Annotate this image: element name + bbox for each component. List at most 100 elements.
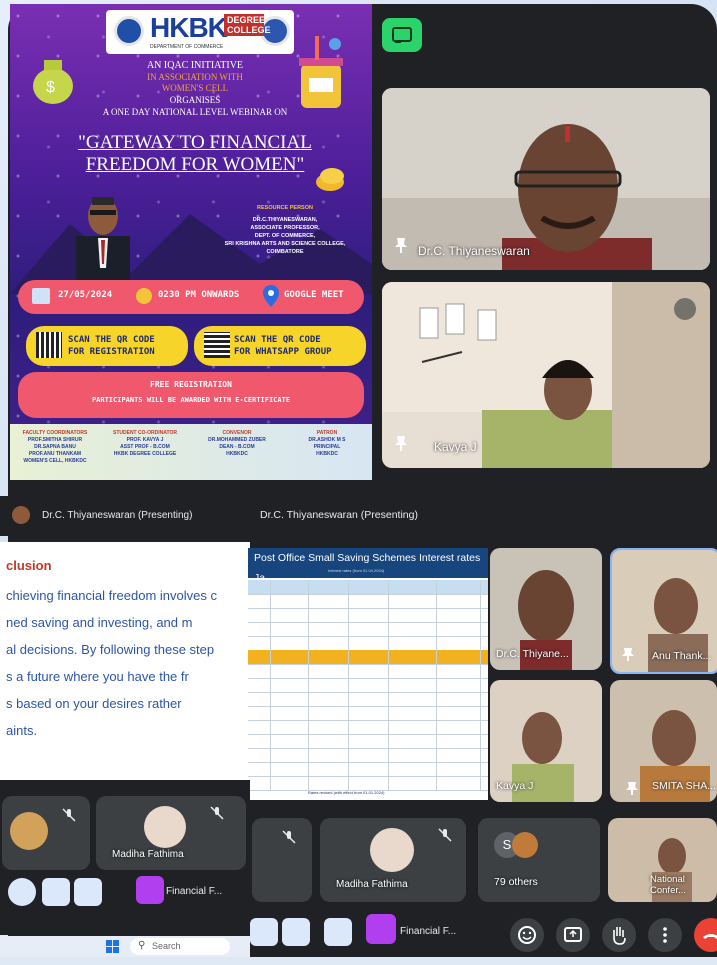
- poster-line-iqac: AN IQAC INITIATIVE: [146, 60, 244, 71]
- table-cell: [436, 608, 481, 622]
- table-cell: [436, 762, 481, 776]
- table-row: [248, 706, 488, 721]
- footer-patron-l3: HKBKDC: [316, 451, 338, 457]
- table-cell: [270, 594, 309, 608]
- coins-icon: [316, 168, 344, 191]
- footer-patron-head: PATRON: [316, 430, 338, 436]
- participant-tile-right-1[interactable]: [252, 818, 312, 902]
- pin-icon[interactable]: [392, 434, 410, 452]
- hang-up-icon: [703, 934, 717, 939]
- cast-button[interactable]: [382, 18, 422, 52]
- table-cell: [348, 678, 389, 692]
- more-options-button[interactable]: [648, 918, 682, 952]
- speaker-name-label: Dr.C. Thiyaneswaran: [418, 244, 530, 258]
- pen-button-right[interactable]: [282, 918, 310, 946]
- participant-tile-kavya[interactable]: Kavya J: [490, 680, 602, 802]
- participant-tile-thiyane[interactable]: Dr.C. Thiyane...: [490, 548, 602, 670]
- table-cell: [270, 650, 309, 664]
- footer-patron-l2: PRINCIPAL: [313, 444, 341, 450]
- table-cell: [308, 748, 349, 762]
- table-cell: [388, 664, 437, 678]
- table-cell: [388, 636, 437, 650]
- others-tile[interactable]: S 79 others: [478, 818, 600, 902]
- present-icon: [564, 927, 582, 942]
- pen-button[interactable]: [42, 878, 70, 906]
- table-cell: [308, 678, 349, 692]
- webinar-poster: HKBK DEGREE COLLEGE DEPARTMENT OF COMMER…: [10, 4, 372, 480]
- participant-tile-national[interactable]: National Confer...: [608, 818, 717, 902]
- presenting-label-left: Dr.C. Thiyaneswaran (Presenting): [42, 510, 193, 521]
- table-row: [248, 734, 488, 749]
- table-cell: [248, 720, 271, 734]
- annotate-button[interactable]: [250, 918, 278, 946]
- raise-hand-button[interactable]: [602, 918, 636, 952]
- eraser-button[interactable]: [74, 878, 102, 906]
- participant-tile-smita[interactable]: SMITA SHA...: [610, 680, 717, 802]
- footer-faculty: FACULTY COORDINATORS PROF.SMITHA SHIRUR …: [12, 430, 98, 465]
- madiha-name-right: Madiha Fathima: [336, 879, 408, 890]
- resource-person-block: RESOURCE PERSON DR.C.THIYANESWARAN, ASSO…: [200, 204, 370, 256]
- pin-icon[interactable]: [620, 646, 636, 662]
- poster-line-organises: ORGANISES: [169, 95, 221, 105]
- table-cell: [388, 692, 437, 706]
- tile-name-national: National Confer...: [650, 874, 686, 896]
- table-cell: [248, 692, 271, 706]
- free-registration-line2: PARTICIPANTS WILL BE AWARDED WITH E-CERT…: [91, 396, 291, 404]
- pin-icon[interactable]: [624, 780, 640, 796]
- table-cell: [436, 650, 481, 664]
- slide-line-1: chieving financial freedom involves c: [6, 588, 217, 603]
- qr-registration-text: SCAN THE QR CODE FOR REGISTRATION: [68, 334, 155, 358]
- footer-faculty-head: FACULTY COORDINATORS: [22, 430, 88, 436]
- resource-heading: RESOURCE PERSON: [257, 205, 313, 211]
- participant-tile-left-1[interactable]: [2, 796, 90, 870]
- footer-faculty-l3: PROF.ANU THANKAM: [28, 451, 82, 457]
- table-cell: [436, 636, 481, 650]
- emoji-button[interactable]: [510, 918, 544, 952]
- color-swatch-right[interactable]: [366, 914, 396, 944]
- taskbar-search[interactable]: ⚲ Search: [130, 938, 230, 955]
- table-cell: [348, 594, 389, 608]
- kavya-video: [382, 282, 710, 468]
- video-tile-kavya[interactable]: Kavya J: [382, 282, 710, 468]
- table-cell: [348, 706, 389, 720]
- participant-tile-madiha-left[interactable]: Madiha Fathima: [96, 796, 246, 870]
- present-button[interactable]: [556, 918, 590, 952]
- footer-convenor-l2: DEAN - B.COM: [219, 444, 255, 450]
- whiteboard-button[interactable]: [8, 878, 36, 906]
- video-tile-speaker[interactable]: Dr.C. Thiyaneswaran: [382, 88, 710, 270]
- footer-student-l1: PROF. KAVYA J: [126, 437, 164, 443]
- left-control-row: Financial F...: [0, 872, 250, 912]
- audio-indicator-icon: [674, 298, 696, 320]
- table-cell: [436, 678, 481, 692]
- presenting-label-right: Dr.C. Thiyaneswaran (Presenting): [260, 509, 418, 521]
- table-cell: [270, 734, 309, 748]
- college-logo-sub: DEGREE COLLEGE: [224, 14, 271, 36]
- poster-footer: FACULTY COORDINATORS PROF.SMITHA SHIRUR …: [10, 424, 372, 480]
- department-label: DEPARTMENT OF COMMERCE: [150, 44, 224, 50]
- table-row: [248, 664, 488, 679]
- eraser-button-right[interactable]: [324, 918, 352, 946]
- table-row: [248, 678, 488, 693]
- search-placeholder: Search: [152, 941, 181, 951]
- pin-icon[interactable]: [392, 236, 410, 254]
- meet-control-bar: Financial F...: [248, 912, 717, 957]
- table-cell: [436, 580, 481, 594]
- table-cell: [388, 594, 437, 608]
- table-row: [248, 748, 488, 763]
- table-row: [248, 650, 488, 665]
- poster-line-webinar: A ONE DAY NATIONAL LEVEL WEBINAR ON: [102, 107, 288, 117]
- resource-role-4: COIMBATORE: [266, 249, 304, 255]
- webinar-title-line1: "GATEWAY TO FINANCIAL: [78, 132, 312, 153]
- tile-name-kavya: Kavya J: [496, 780, 534, 792]
- madiha-avatar: [144, 806, 186, 848]
- windows-start-icon[interactable]: [106, 940, 120, 954]
- participant-tile-madiha-right[interactable]: Madiha Fathima: [320, 818, 466, 902]
- leave-call-button[interactable]: [694, 918, 717, 952]
- color-swatch-button[interactable]: [136, 876, 164, 904]
- qr-registration-line2: FOR REGISTRATION: [68, 347, 155, 357]
- table-cell: [308, 580, 349, 594]
- participant-tile-anu[interactable]: Anu Thank...: [610, 548, 717, 674]
- table-cell: [308, 608, 349, 622]
- table-cell: [388, 734, 437, 748]
- footer-patron: PATRON DR.ASHOK M S PRINCIPAL HKBKDC: [284, 430, 370, 458]
